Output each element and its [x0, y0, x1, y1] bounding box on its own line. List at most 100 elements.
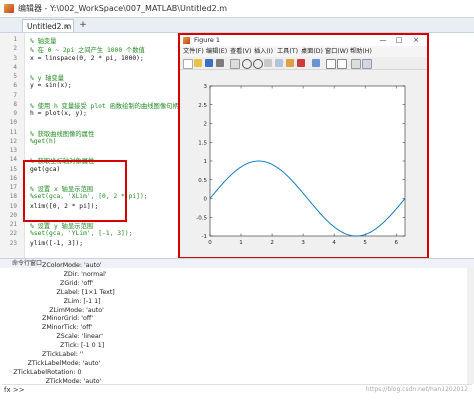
code-line[interactable]: %get(h) — [30, 138, 57, 145]
line-number: 14 — [9, 156, 17, 164]
y-tick-label: -1 — [202, 234, 207, 240]
code-line[interactable]: % 设置 y 轴显示范围 — [30, 221, 93, 230]
add-tab-icon[interactable]: + — [78, 20, 88, 30]
pan-icon[interactable] — [264, 59, 272, 67]
command-output-line: ZLimMode: 'auto' — [49, 306, 104, 314]
show-plot-tools-icon[interactable] — [362, 59, 372, 69]
link-plot-icon[interactable] — [312, 59, 320, 67]
x-tick-label: 4 — [332, 240, 336, 246]
brush-icon[interactable] — [297, 59, 305, 67]
matlab-app-icon — [4, 4, 14, 13]
save-icon[interactable] — [205, 59, 213, 67]
command-output-line: ZTickLabel: '' — [42, 351, 84, 358]
code-line[interactable]: y = sin(x); — [30, 82, 72, 89]
figure-icon — [183, 37, 190, 44]
line-number: 1 — [13, 36, 17, 43]
zoom-in-icon[interactable] — [242, 59, 252, 69]
command-window-title: 命令行窗口 — [12, 260, 43, 267]
zoom-out-icon[interactable] — [253, 59, 263, 69]
line-number: 12 — [9, 137, 17, 145]
code-line[interactable]: % 使用 h 变量接受 plot 函数绘制的曲线图像句柄值 — [30, 101, 185, 110]
code-line[interactable]: % 在 0 ~ 2pi 之间产生 1000 个数值 — [30, 45, 145, 54]
close-tab-icon[interactable]: × — [64, 20, 70, 33]
line-number: 7 — [13, 91, 17, 99]
y-tick-label: 1 — [204, 159, 208, 165]
line-number: 20 — [9, 211, 17, 219]
highlight-box-code — [23, 160, 127, 222]
line-number: 19 — [9, 202, 17, 210]
line-number: 17 — [9, 184, 17, 191]
prompt-symbol: fx >> — [4, 386, 25, 394]
menu-help[interactable]: 帮助(H) — [350, 46, 372, 57]
hide-plot-tools-icon[interactable] — [351, 59, 361, 69]
editor-tabbar: Untitled2.m × + — [0, 18, 474, 33]
line-number: 21 — [9, 221, 17, 228]
code-line[interactable]: %set(gca, 'YLim', [-1, 3]); — [30, 230, 132, 237]
code-line[interactable]: x = linspace(0, 2 * pi, 1000); — [30, 55, 144, 62]
x-tick-label: 6 — [394, 240, 398, 246]
line-number: 6 — [13, 82, 17, 90]
close-icon[interactable]: × — [409, 35, 423, 46]
line-number: 4 — [13, 63, 17, 71]
y-tick-label: 0 — [204, 197, 208, 203]
line-number: 13 — [9, 147, 17, 154]
command-output-line: ZTick: [-1 0 1] — [60, 342, 105, 350]
figure-toolbar — [180, 57, 427, 70]
y-tick-label: -0.5 — [196, 215, 207, 221]
command-prompt[interactable]: fx >> https://blog.csdn.net/han1202012 — [2, 384, 472, 397]
x-tick-label: 0 — [208, 240, 212, 246]
insert-colorbar-icon[interactable] — [326, 59, 336, 69]
figure-titlebar: Figure 1 — □ × — [180, 35, 427, 46]
figure-title: Figure 1 — [194, 36, 221, 44]
minimize-icon[interactable]: — — [376, 35, 390, 46]
x-tick-label: 2 — [270, 240, 274, 246]
menu-file[interactable]: 文件(F) — [183, 46, 204, 57]
y-tick-label: 2 — [204, 122, 208, 128]
menu-tools[interactable]: 工具(T) — [277, 46, 298, 57]
line-number: 22 — [9, 230, 17, 238]
command-output-line: ZScale: 'linear' — [56, 333, 104, 341]
editor-title: 编辑器 - Y:\002_WorkSpace\007_MATLAB\Untitl… — [18, 4, 228, 13]
code-line[interactable]: % y 轴变量 — [30, 73, 64, 82]
x-tick-label: 3 — [301, 240, 305, 246]
tab-untitled2[interactable]: Untitled2.m × — [22, 19, 74, 32]
command-output-line: ZTickLabelMode: 'auto' — [27, 359, 101, 367]
editor-titlebar: 编辑器 - Y:\002_WorkSpace\007_MATLAB\Untitl… — [0, 0, 474, 18]
rotate-icon[interactable] — [275, 59, 283, 67]
menu-view[interactable]: 查看(V) — [230, 46, 251, 57]
x-tick-label: 5 — [363, 240, 367, 246]
new-figure-icon[interactable] — [183, 59, 193, 69]
line-number: 16 — [9, 174, 17, 182]
sine-plot: -1 -0.5 0 0.5 1 1.5 2 2.5 3 0 1 2 3 4 5 6 — [196, 84, 406, 246]
insert-legend-icon[interactable] — [337, 59, 347, 69]
command-output-line: ZColorMode: 'auto' — [42, 262, 102, 269]
figure-menubar: 文件(F) 编辑(E) 查看(V) 插入(I) 工具(T) 桌面(D) 窗口(W… — [180, 46, 427, 57]
line-number: 9 — [13, 110, 17, 117]
data-cursor-icon[interactable] — [286, 59, 294, 67]
line-number: 15 — [9, 165, 17, 173]
line-number: 5 — [13, 73, 17, 80]
code-line[interactable]: % 轴变量 — [30, 36, 56, 45]
command-output-line: ZLim: [-1 1] — [63, 297, 101, 305]
line-number: 11 — [9, 128, 17, 136]
x-tick-label: 1 — [239, 240, 243, 246]
maximize-icon[interactable]: □ — [392, 35, 406, 46]
y-tick-label: 3 — [204, 84, 208, 90]
command-output-line: ZMinorTick: 'off' — [42, 324, 93, 332]
line-number: 18 — [9, 193, 17, 201]
menu-insert[interactable]: 插入(I) — [254, 46, 273, 57]
command-output-line: ZGrid: 'off' — [60, 279, 94, 287]
print-icon[interactable] — [216, 59, 224, 67]
menu-desktop[interactable]: 桌面(D) — [301, 46, 323, 57]
menu-window[interactable]: 窗口(W) — [325, 46, 348, 57]
open-file-icon[interactable] — [194, 59, 202, 67]
code-line[interactable]: ylim([-1, 3]); — [30, 240, 83, 247]
y-tick-label: 0.5 — [198, 178, 207, 184]
edit-plot-icon[interactable] — [230, 59, 240, 69]
menu-edit[interactable]: 编辑(E) — [206, 46, 227, 57]
code-line[interactable]: h = plot(x, y); — [30, 110, 87, 117]
command-scrollbar[interactable] — [467, 268, 474, 384]
command-output-line: ZLabel: [1×1 Text] — [56, 288, 115, 296]
line-number: 10 — [9, 119, 17, 127]
code-line[interactable]: % 获取曲线图像的属性 — [30, 129, 94, 138]
